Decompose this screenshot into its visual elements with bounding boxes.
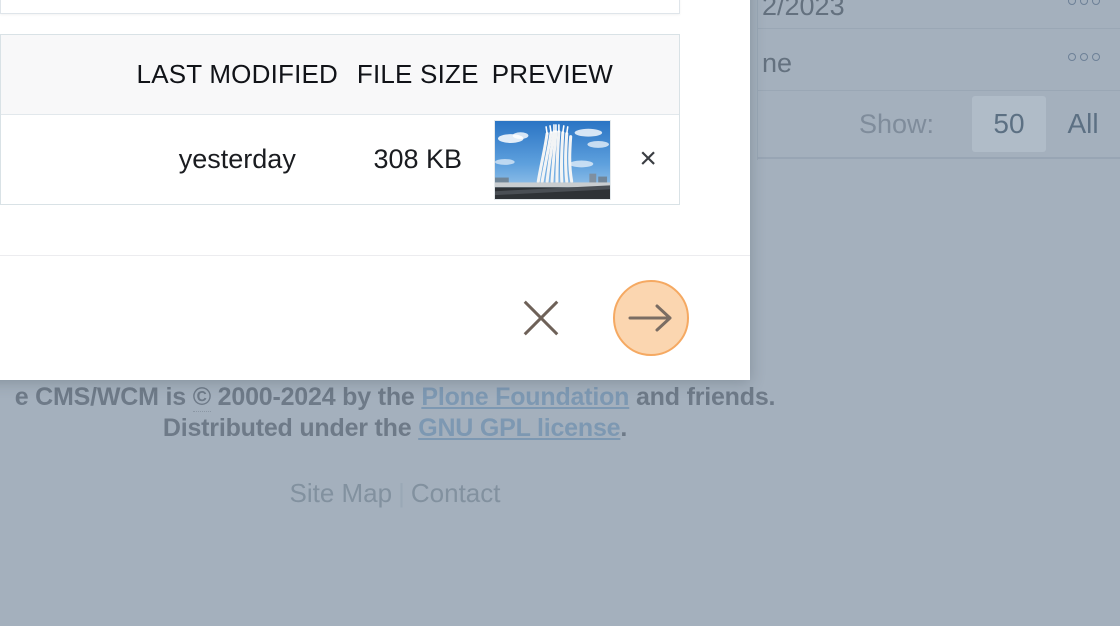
- footer-text-e: .: [620, 414, 628, 442]
- gnu-gpl-license-link[interactable]: GNU GPL license: [418, 414, 620, 442]
- footer-text-b: 2000-2024 by the: [210, 383, 422, 411]
- table-header-row: LAST MODIFIED FILE SIZE PREVIEW: [1, 35, 679, 115]
- cell-file-size: 308 KB: [373, 144, 463, 174]
- footer-copyright-line-2: Distributed under the GNU GPL license.: [0, 413, 790, 444]
- column-header-preview: PREVIEW: [491, 59, 614, 89]
- pagination-bar: Show: 50 All: [757, 91, 1120, 159]
- background-listing-row[interactable]: [757, 29, 1120, 91]
- background-row-date: 2/2023: [762, 0, 845, 21]
- footer-text-a: e CMS/WCM is: [14, 383, 193, 411]
- contact-link[interactable]: Contact: [411, 478, 501, 508]
- cell-preview: [488, 119, 618, 200]
- site-map-link[interactable]: Site Map: [290, 478, 393, 508]
- more-actions-dots-icon[interactable]: [1068, 0, 1100, 5]
- footer-links: Site Map | Contact: [0, 478, 790, 509]
- show-option-all[interactable]: All: [1046, 96, 1120, 152]
- show-label: Show:: [858, 108, 934, 139]
- table-row: yesterday 308 KB ×: [1, 115, 679, 204]
- background-row-name: ne: [762, 48, 793, 78]
- plone-foundation-link[interactable]: Plone Foundation: [421, 383, 629, 411]
- column-header-last-modified: LAST MODIFIED: [136, 59, 339, 89]
- show-option-50[interactable]: 50: [972, 96, 1046, 152]
- arrow-right-icon: [628, 304, 672, 332]
- cell-remove: ×: [617, 144, 679, 175]
- upload-dropzone[interactable]: [0, 0, 680, 14]
- footer-link-separator: |: [398, 478, 405, 508]
- more-actions-dots-icon[interactable]: [1068, 53, 1100, 61]
- next-step-button[interactable]: [613, 280, 689, 356]
- remove-file-button[interactable]: ×: [639, 142, 657, 175]
- dialog-footer: [0, 255, 750, 380]
- preview-thumbnail-image: [493, 119, 611, 200]
- footer-text-c: and friends.: [629, 383, 776, 411]
- cell-last-modified: yesterday: [178, 144, 296, 174]
- upload-dialog: LAST MODIFIED FILE SIZE PREVIEW yesterda…: [0, 0, 750, 380]
- column-header-file-size: FILE SIZE: [356, 59, 479, 89]
- footer-copyright-line-1: e CMS/WCM is © 2000-2024 by the Plone Fo…: [0, 382, 790, 413]
- footer-text-d: Distributed under the: [162, 414, 419, 442]
- close-x-icon[interactable]: [517, 294, 565, 342]
- copyright-icon: ©: [192, 383, 211, 412]
- upload-file-table: LAST MODIFIED FILE SIZE PREVIEW yesterda…: [0, 34, 680, 205]
- site-footer: e CMS/WCM is © 2000-2024 by the Plone Fo…: [0, 382, 790, 509]
